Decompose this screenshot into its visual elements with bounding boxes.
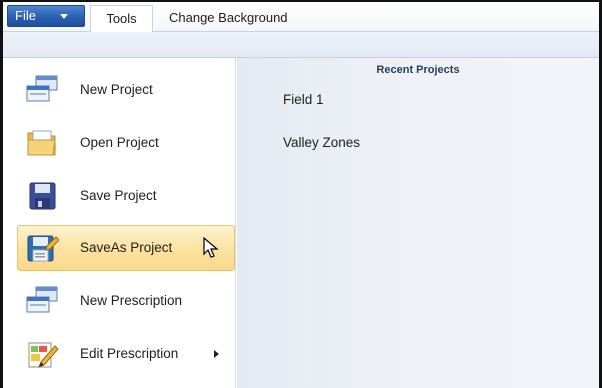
recent-projects-panel: Recent Projects Field 1 Valley Zones (237, 58, 599, 388)
edit-prescription-icon (28, 342, 59, 368)
recent-projects-title: Recent Projects (376, 64, 460, 76)
menu-item-label: SaveAs Project (80, 240, 173, 255)
new-prescription-icon (26, 286, 58, 313)
menu-item-new-prescription[interactable]: New Prescription (18, 279, 234, 323)
menu-item-saveas-project[interactable]: SaveAs Project (17, 225, 235, 271)
chevron-down-icon (60, 14, 68, 19)
tab-change-background[interactable]: Change Background (169, 5, 288, 29)
menu-bar: File Tools Change Background (3, 2, 599, 33)
file-menu-label: File (15, 8, 36, 23)
menu-item-label: Edit Prescription (80, 346, 179, 361)
menu-item-open-project[interactable]: Open Project (18, 121, 234, 165)
menu-item-label: Save Project (80, 188, 157, 203)
menu-item-label: Open Project (80, 135, 159, 150)
mouse-cursor-icon (203, 237, 219, 258)
menu-item-edit-prescription[interactable]: Edit Prescription (18, 332, 234, 376)
file-menu: New Project Open Project Save Project Sa… (16, 58, 236, 388)
floppy-save-as-icon (27, 235, 59, 262)
recent-project-item[interactable]: Valley Zones (283, 135, 360, 150)
new-project-icon (26, 75, 58, 102)
floppy-disk-icon (29, 182, 56, 210)
menu-item-label: New Project (80, 82, 153, 97)
tab-tools[interactable]: Tools (90, 5, 153, 33)
chevron-right-icon (214, 350, 219, 358)
file-menu-button[interactable]: File (7, 5, 85, 27)
app-window: File Tools Change Background New Project (0, 0, 602, 388)
ribbon-strip (3, 32, 599, 58)
menu-item-save-project[interactable]: Save Project (18, 174, 234, 218)
menu-item-new-project[interactable]: New Project (18, 68, 234, 112)
folder-open-icon (27, 130, 56, 156)
menu-item-label: New Prescription (80, 293, 183, 308)
recent-project-item[interactable]: Field 1 (283, 92, 324, 107)
